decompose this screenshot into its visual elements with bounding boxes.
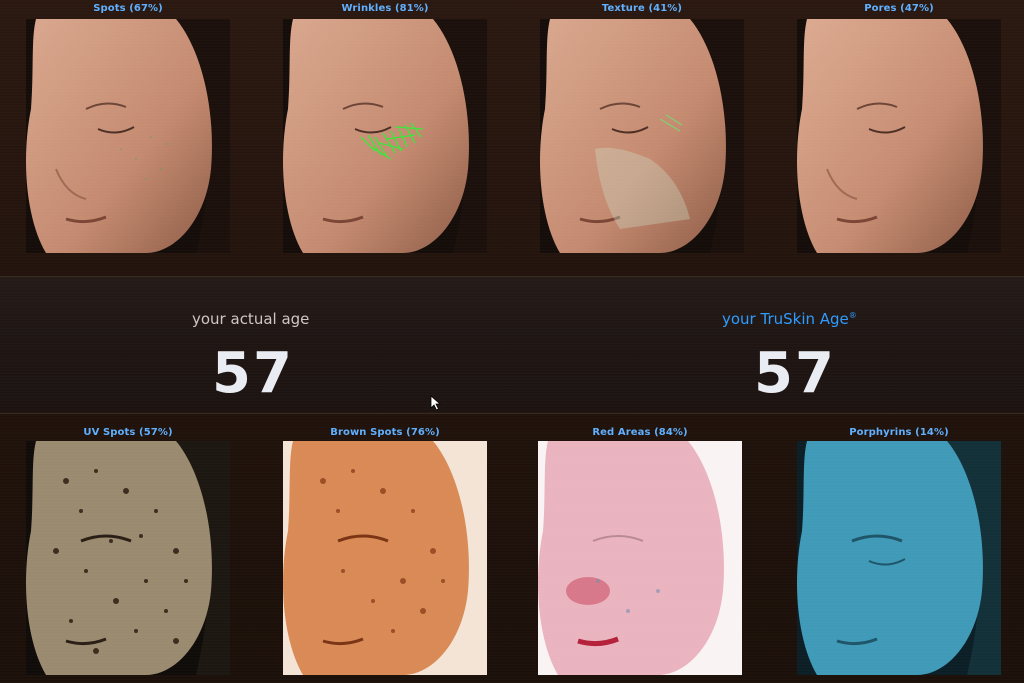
actual-age-label: your actual age bbox=[192, 310, 310, 328]
tile-label-red-areas: Red Areas (84%) bbox=[592, 427, 688, 438]
truskin-age-value: 57 bbox=[754, 341, 836, 406]
skin-analysis-screen: Spots (67%) Wrinkles (81%) Texture (41%)… bbox=[0, 0, 1024, 683]
tile-label-spots: Spots (67%) bbox=[93, 3, 163, 14]
actual-age-value: 57 bbox=[212, 341, 294, 406]
top-analysis-row: Spots (67%) Wrinkles (81%) Texture (41%)… bbox=[0, 0, 1024, 272]
registered-mark: ® bbox=[848, 311, 857, 320]
face-photo-pores bbox=[797, 19, 1001, 253]
face-photo-porphyrins bbox=[797, 441, 1001, 675]
face-photo-brown-spots bbox=[283, 441, 487, 675]
truskin-age-label: your TruSkin Age® bbox=[722, 310, 857, 328]
tile-label-wrinkles: Wrinkles (81%) bbox=[341, 3, 429, 14]
tile-label-porphyrins: Porphyrins (14%) bbox=[849, 427, 949, 438]
age-results-panel: your actual age 57 your TruSkin Age® 57 bbox=[0, 276, 1024, 414]
face-photo-red-areas bbox=[538, 441, 742, 675]
face-photo-wrinkles bbox=[283, 19, 487, 253]
bottom-analysis-row: UV Spots (57%) Brown Spots (76%) Red Are… bbox=[0, 418, 1024, 683]
face-photo-spots bbox=[26, 19, 230, 253]
tile-label-pores: Pores (47%) bbox=[864, 3, 934, 14]
tile-label-texture: Texture (41%) bbox=[601, 3, 683, 14]
mouse-pointer-icon bbox=[430, 395, 442, 415]
tile-label-brown-spots: Brown Spots (76%) bbox=[330, 427, 440, 438]
truskin-age-label-text: your TruSkin Age bbox=[722, 310, 849, 328]
face-photo-texture bbox=[540, 19, 744, 253]
face-photo-uv-spots bbox=[26, 441, 230, 675]
tile-label-uv-spots: UV Spots (57%) bbox=[83, 427, 173, 438]
